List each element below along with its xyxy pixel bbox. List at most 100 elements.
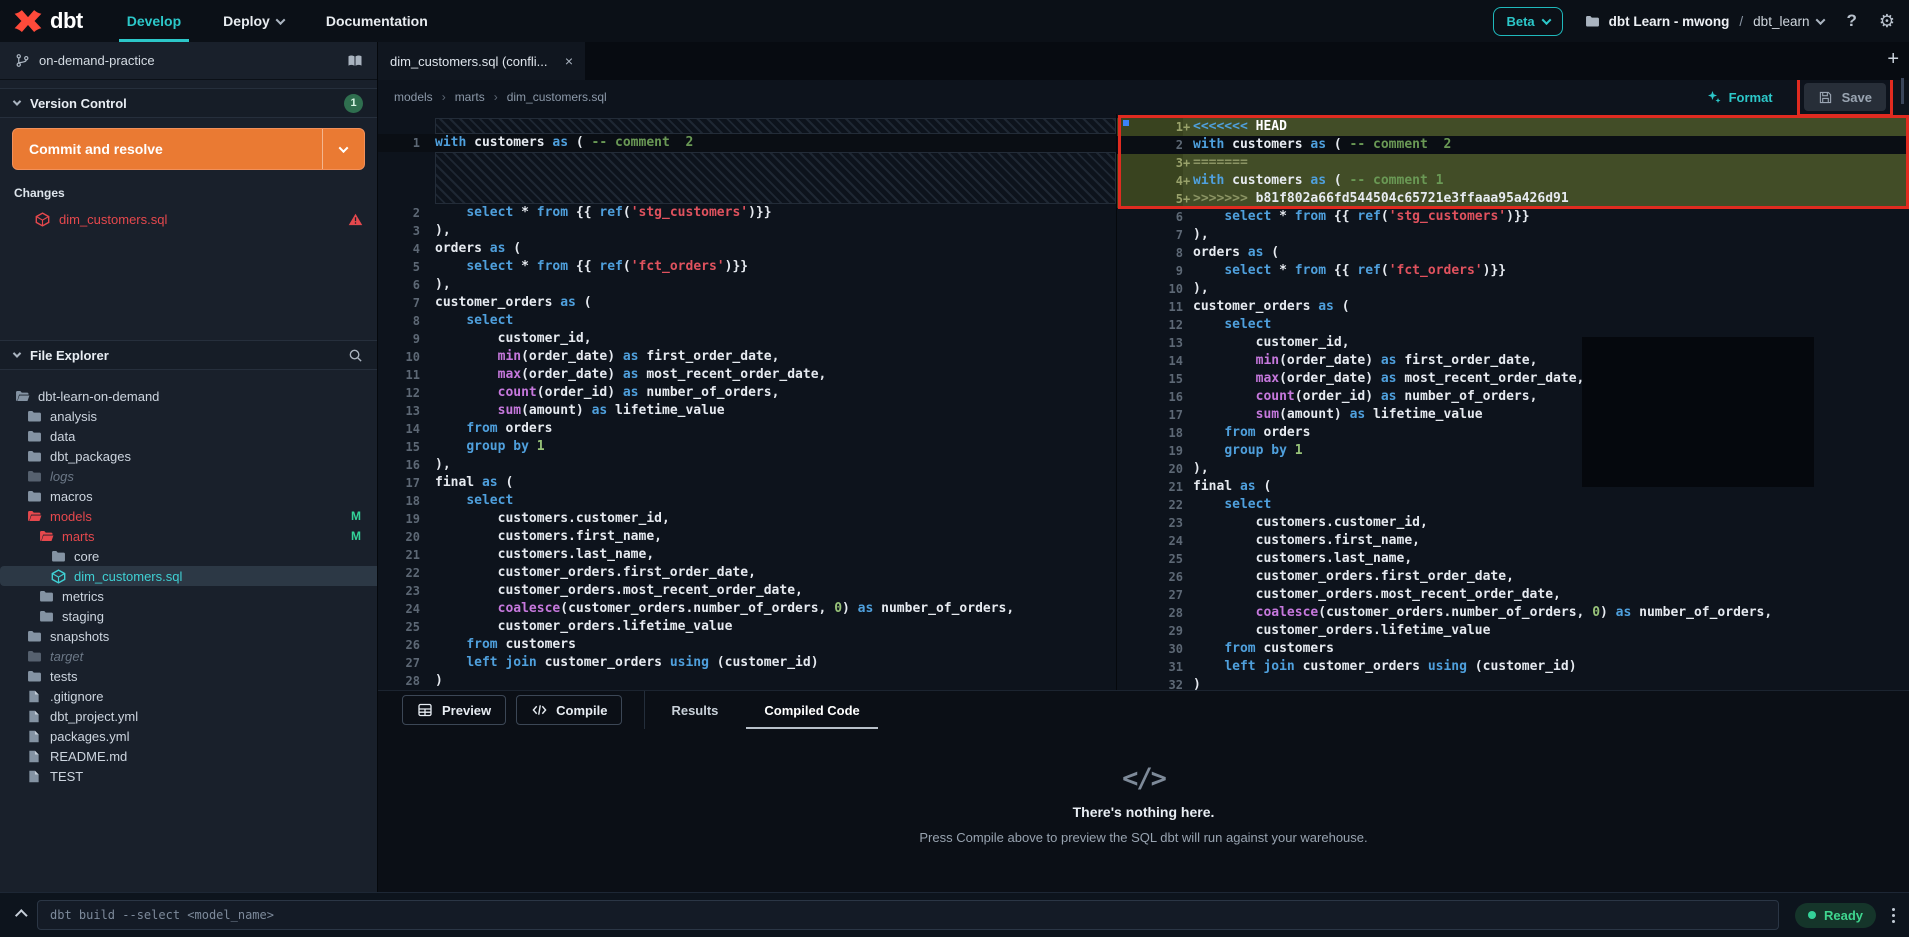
- git-branch-selector[interactable]: on-demand-practice: [0, 42, 377, 80]
- nav-deploy[interactable]: Deploy: [219, 0, 288, 42]
- code-text: orders as (: [1193, 244, 1279, 262]
- code-line: 6 select * from {{ ref('stg_customers')}…: [1117, 208, 1909, 226]
- save-button[interactable]: Save: [1804, 83, 1886, 111]
- project-picker[interactable]: dbt Learn - mwong / dbt_learn: [1585, 13, 1825, 29]
- code-line: 14 from orders: [378, 420, 1116, 438]
- tree-item-models[interactable]: modelsM: [0, 506, 377, 526]
- code-line: 12 select: [1117, 316, 1909, 334]
- tree-item-dbt-packages[interactable]: dbt_packages: [0, 446, 377, 466]
- commit-dropdown-caret[interactable]: [322, 129, 364, 169]
- editor-tab[interactable]: dim_customers.sql (confli... ×: [378, 42, 585, 80]
- tree-item-tests[interactable]: tests: [0, 666, 377, 686]
- close-tab-icon[interactable]: ×: [565, 53, 573, 69]
- tree-item-readme-md[interactable]: README.md: [0, 746, 377, 766]
- line-number: 7: [1117, 226, 1183, 244]
- code-line: 27 left join customer_orders using (cust…: [378, 654, 1116, 672]
- conflict-warning-icon: [347, 211, 363, 227]
- dbt-command-input[interactable]: [37, 900, 1779, 930]
- results-toolbar: Preview Compile Results Compiled Code: [378, 691, 1909, 729]
- git-branch-icon: [14, 53, 30, 69]
- line-number: 2: [378, 204, 420, 222]
- line-number: 11: [1117, 298, 1183, 316]
- line-number: 19: [378, 510, 420, 528]
- code-text: max(order_date) as most_recent_order_dat…: [420, 366, 826, 384]
- diff-added-marker: [1183, 136, 1193, 154]
- dbt-logo[interactable]: dbt: [14, 7, 83, 35]
- code-line: 17final as (: [378, 474, 1116, 492]
- diff-added-marker: [1183, 280, 1193, 298]
- changed-file-row[interactable]: dim_customers.sql: [0, 206, 377, 232]
- tab-compiled-code[interactable]: Compiled Code: [760, 691, 863, 729]
- tree-item-logs[interactable]: logs: [0, 466, 377, 486]
- code-line: 11 max(order_date) as most_recent_order_…: [378, 366, 1116, 384]
- chevron-down-icon: [13, 349, 21, 357]
- tree-item-label: marts: [62, 529, 95, 544]
- line-number: 17: [1117, 406, 1183, 424]
- code-text: group by 1: [1193, 442, 1303, 460]
- code-text: from customers: [420, 636, 576, 654]
- expand-panel-chevron-icon[interactable]: [15, 909, 28, 922]
- tree-item--gitignore[interactable]: .gitignore: [0, 686, 377, 706]
- code-text: group by 1: [420, 438, 545, 456]
- tree-item-analysis[interactable]: analysis: [0, 406, 377, 426]
- new-tab-icon[interactable]: +: [1887, 49, 1899, 69]
- empty-state-caption: Press Compile above to preview the SQL d…: [919, 830, 1367, 845]
- kebab-menu-icon[interactable]: [1892, 908, 1895, 923]
- compile-button[interactable]: Compile: [516, 695, 622, 725]
- folder-icon: [26, 488, 42, 504]
- tree-item-label: README.md: [50, 749, 127, 764]
- docs-book-icon[interactable]: [347, 53, 363, 69]
- code-text: customers.first_name,: [1193, 532, 1420, 550]
- search-icon[interactable]: [347, 347, 363, 363]
- file-explorer-header[interactable]: File Explorer: [0, 340, 377, 370]
- line-number: 18: [378, 492, 420, 510]
- tree-item-data[interactable]: data: [0, 426, 377, 446]
- line-number: 25: [378, 618, 420, 636]
- nav-develop[interactable]: Develop: [123, 0, 185, 42]
- chevron-down-icon: [13, 97, 21, 105]
- tree-item-packages-yml[interactable]: packages.yml: [0, 726, 377, 746]
- tree-item-marts[interactable]: marts M: [0, 526, 377, 546]
- tree-item-metrics[interactable]: metrics: [0, 586, 377, 606]
- scrollbar-thumb[interactable]: [1901, 78, 1904, 104]
- tree-item-staging[interactable]: staging: [0, 606, 377, 626]
- tab-results[interactable]: Results: [667, 691, 722, 729]
- code-text: select * from {{ ref('stg_customers')}}: [1193, 208, 1530, 226]
- tree-item-dbt-learn-on-demand[interactable]: dbt-learn-on-demand: [0, 386, 377, 406]
- line-number: 17: [378, 474, 420, 492]
- line-number: 5: [1117, 190, 1183, 208]
- line-number: 21: [378, 546, 420, 564]
- line-number: 24: [1117, 532, 1183, 550]
- help-icon[interactable]: ?: [1846, 11, 1856, 31]
- code-text: customer_orders.lifetime_value: [1193, 622, 1490, 640]
- changes-label: Changes: [14, 186, 363, 200]
- tree-item-snapshots[interactable]: snapshots: [0, 626, 377, 646]
- editor-pane-current[interactable]: 1with customers as ( -- comment 22 selec…: [378, 114, 1117, 690]
- nav-documentation[interactable]: Documentation: [322, 0, 432, 42]
- folder-open-icon: [14, 388, 30, 404]
- tree-item-core[interactable]: core: [0, 546, 377, 566]
- format-button[interactable]: Format: [1706, 89, 1773, 105]
- breadcrumb-file: dim_customers.sql: [507, 90, 607, 104]
- version-control-header[interactable]: Version Control 1: [0, 88, 377, 118]
- preview-button[interactable]: Preview: [402, 695, 506, 725]
- line-number: 25: [1117, 550, 1183, 568]
- diff-added-marker: +: [1183, 172, 1193, 190]
- tree-item-test[interactable]: TEST: [0, 766, 377, 786]
- tree-item-target[interactable]: target: [0, 646, 377, 666]
- diff-added-marker: [1183, 550, 1193, 568]
- file-explorer-title: File Explorer: [30, 348, 109, 363]
- line-number: 1: [378, 134, 420, 152]
- tree-item-dbt-project-yml[interactable]: dbt_project.yml: [0, 706, 377, 726]
- commit-and-resolve-button[interactable]: Commit and resolve: [12, 128, 365, 170]
- code-line: 22 customer_orders.first_order_date,: [378, 564, 1116, 582]
- gear-icon[interactable]: ⚙: [1879, 12, 1895, 30]
- diff-added-marker: [1183, 442, 1193, 460]
- tree-item-dim-customers-sql[interactable]: dim_customers.sql: [0, 566, 377, 586]
- editor-pane-conflicted[interactable]: 1+<<<<<<< HEAD2 with customers as ( -- c…: [1117, 114, 1909, 690]
- tree-item-label: target: [50, 649, 83, 664]
- modified-badge: M: [351, 529, 361, 543]
- code-line: 9 select * from {{ ref('fct_orders')}}: [1117, 262, 1909, 280]
- tree-item-macros[interactable]: macros: [0, 486, 377, 506]
- beta-dropdown[interactable]: Beta: [1493, 7, 1562, 36]
